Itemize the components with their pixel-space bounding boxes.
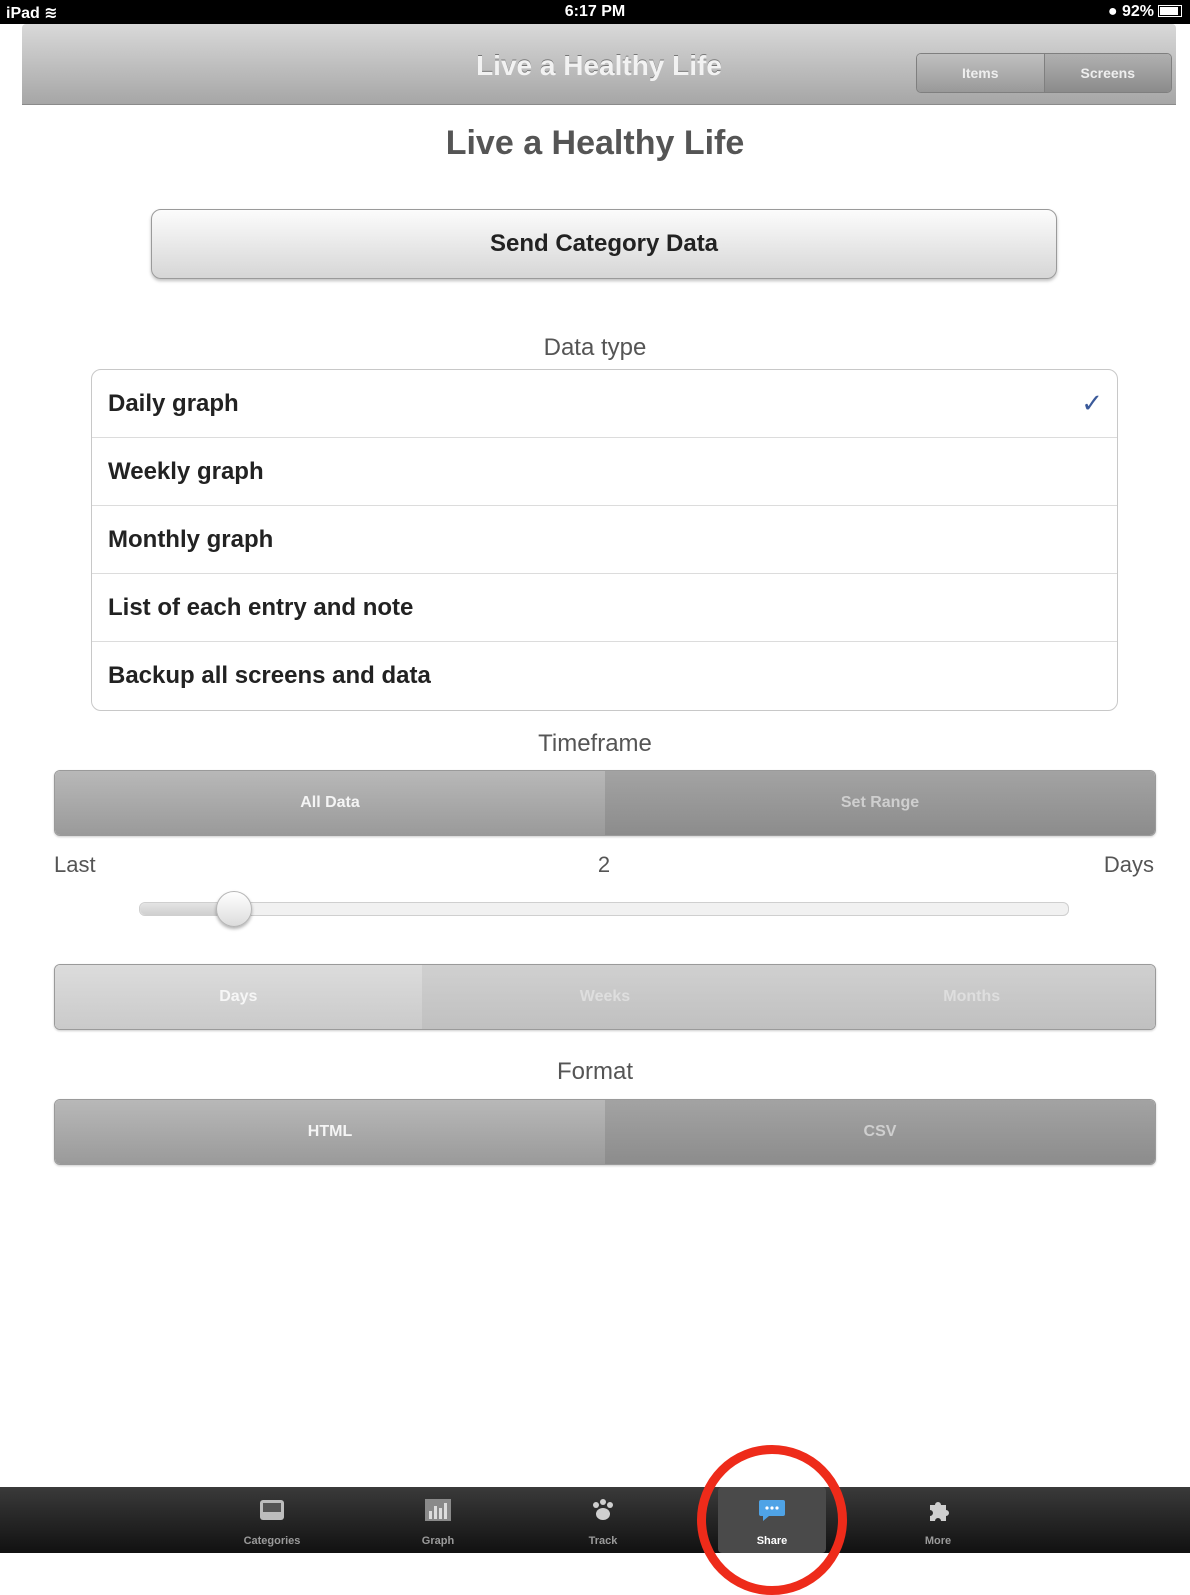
format-label: Format <box>556 1058 633 1085</box>
range-row: Last 2 Days <box>54 852 1154 882</box>
list-item-entry-list[interactable]: List of each entry and note <box>92 574 1117 642</box>
items-segment[interactable]: Items <box>917 54 1044 92</box>
list-item-monthly-graph[interactable]: Monthly graph <box>92 506 1117 574</box>
html-segment[interactable]: HTML <box>55 1100 605 1164</box>
weeks-segment[interactable]: Weeks <box>421 965 789 1029</box>
status-bar: iPad ≋ 6:17 PM ● 92% <box>0 0 1190 24</box>
months-segment[interactable]: Months <box>788 965 1155 1029</box>
list-item-label: Weekly graph <box>108 457 264 485</box>
list-item-label: Monthly graph <box>108 525 274 553</box>
set-range-segment[interactable]: Set Range <box>605 771 1155 835</box>
items-screens-segmented-control: Items Screens <box>916 53 1172 93</box>
battery-status: ● 92% <box>1108 3 1182 21</box>
data-type-list: Daily graph ✓ Weekly graph Monthly graph… <box>91 369 1118 711</box>
csv-segment[interactable]: CSV <box>605 1100 1155 1164</box>
puzzle-icon <box>930 1502 949 1521</box>
timeframe-label: Timeframe <box>538 730 652 757</box>
page-title: Live a Healthy Life <box>445 124 745 162</box>
tab-label: More <box>924 1535 952 1547</box>
inbox-icon <box>260 1500 284 1520</box>
range-unit-label: Days <box>1103 852 1154 877</box>
format-segmented-control: HTML CSV <box>54 1099 1156 1165</box>
tab-track[interactable]: Track <box>553 1487 653 1553</box>
send-category-data-button[interactable]: Send Category Data <box>151 209 1057 279</box>
navigation-bar: Live a Healthy Life Items Screens <box>22 24 1176 105</box>
list-item-weekly-graph[interactable]: Weekly graph <box>92 438 1117 506</box>
all-data-segment[interactable]: All Data <box>55 771 605 835</box>
list-item-daily-graph[interactable]: Daily graph ✓ <box>92 370 1117 438</box>
lock-rotation-icon: ● <box>1107 3 1118 20</box>
screens-segment[interactable]: Screens <box>1043 54 1171 92</box>
range-slider-track[interactable] <box>139 902 1069 916</box>
tab-bar: Categories Graph Track Share More <box>0 1487 1190 1553</box>
tab-label: Graph <box>421 1535 455 1547</box>
list-item-backup[interactable]: Backup all screens and data <box>92 642 1117 710</box>
tab-label: Track <box>588 1535 618 1547</box>
checkmark-icon: ✓ <box>1081 388 1103 418</box>
tab-label: Categories <box>243 1535 301 1547</box>
highlight-circle <box>697 1445 847 1595</box>
range-value: 2 <box>597 852 611 877</box>
list-item-label: List of each entry and note <box>108 593 414 621</box>
data-type-label: Data type <box>543 334 647 361</box>
list-item-label: Backup all screens and data <box>108 662 431 689</box>
list-item-label: Daily graph <box>108 389 239 417</box>
paw-icon <box>593 1499 613 1520</box>
tab-graph[interactable]: Graph <box>388 1487 488 1553</box>
tab-more[interactable]: More <box>888 1487 988 1553</box>
bar-graph-icon <box>425 1499 451 1521</box>
battery-icon <box>1158 5 1182 17</box>
status-time: 6:17 PM <box>564 3 626 20</box>
range-slider-thumb[interactable] <box>216 891 252 927</box>
days-segment[interactable]: Days <box>55 965 422 1029</box>
tab-categories[interactable]: Categories <box>222 1487 322 1553</box>
timeframe-segmented-control: All Data Set Range <box>54 770 1156 836</box>
range-unit-segmented-control: Days Weeks Months <box>54 964 1156 1030</box>
